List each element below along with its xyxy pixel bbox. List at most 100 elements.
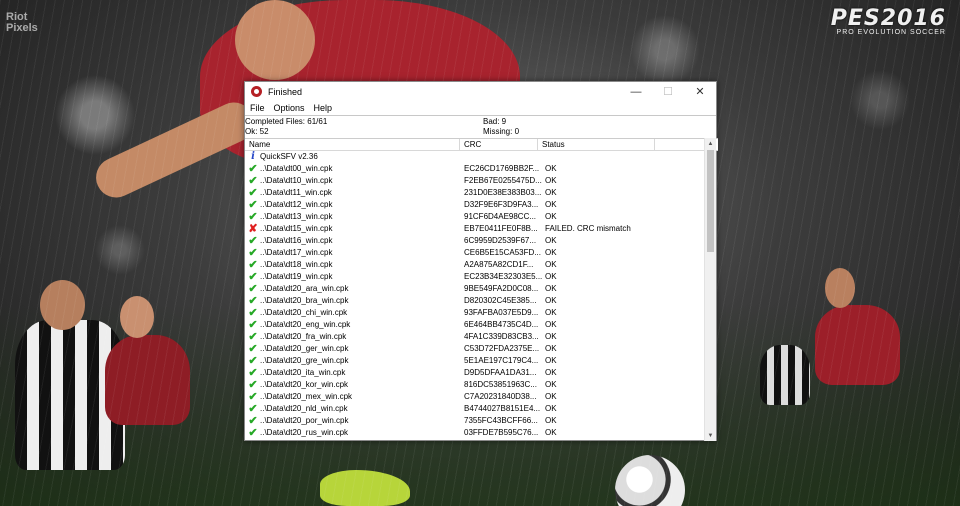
- list-item[interactable]: ✔ ..\Data\dt20_eng_win.cpk 6E464BB4735C4D.…: [245, 319, 718, 331]
- status-value: OK: [545, 308, 557, 317]
- file-name: ..\Data\dt20_por_win.cpk: [260, 416, 349, 425]
- list-item[interactable]: ✔ ..\Data\dt20_fra_win.cpk 4FA1C339D83CB3.…: [245, 331, 718, 343]
- menu-options[interactable]: Options: [274, 103, 305, 113]
- status-value: OK: [545, 332, 557, 341]
- menu-bar: File Options Help: [245, 101, 716, 115]
- list-item[interactable]: ✔ ..\Data\dt19_win.cpk EC23B34E32303E5... O…: [245, 271, 718, 283]
- list-item[interactable]: ✔ ..\Data\dt20_nld_win.cpk B4744027B8151E4…: [245, 403, 718, 415]
- status-value: OK: [545, 404, 557, 413]
- check-icon: ✔: [248, 295, 258, 307]
- scroll-down-arrow-icon[interactable]: ▼: [705, 430, 716, 441]
- list-item[interactable]: i QuickSFV v2.36: [245, 151, 718, 163]
- column-header-crc[interactable]: CRC: [460, 139, 538, 150]
- info-icon: i: [251, 151, 255, 162]
- check-icon: ✔: [248, 391, 258, 403]
- crc-value: 03FFDE7B595C76...: [464, 428, 539, 437]
- list-item[interactable]: ✔ ..\Data\dt20_mex_win.cpk C7A20231840D38.…: [245, 391, 718, 403]
- file-name: ..\Data\dt20_gre_win.cpk: [260, 356, 349, 365]
- list-item[interactable]: ✔ ..\Data\dt20_gre_win.cpk 5E1AE197C179C4.…: [245, 355, 718, 367]
- row-name-cell: ✔ ..\Data\dt20_bra_win.cpk: [245, 295, 464, 307]
- list-item[interactable]: ✔ ..\Data\dt20_rus_win.cpk 03FFDE7B595C76.…: [245, 427, 718, 439]
- file-rows: i QuickSFV v2.36 ✔ ..\Data\dt00_win.cpk EC26…: [245, 151, 718, 439]
- list-item[interactable]: ✔ ..\Data\dt20_ger_win.cpk C53D72FDA2375E.…: [245, 343, 718, 355]
- status-value: OK: [545, 200, 557, 209]
- menu-help[interactable]: Help: [314, 103, 333, 113]
- list-item[interactable]: ✔ ..\Data\dt20_chi_win.cpk 93FAFBA037E5D9.…: [245, 307, 718, 319]
- check-icon: ✔: [248, 355, 258, 367]
- crc-value: EB7E0411FE0F8B...: [464, 224, 538, 233]
- close-button[interactable]: ✕: [684, 82, 716, 101]
- status-value: OK: [545, 164, 557, 173]
- list-item[interactable]: ✔ ..\Data\dt20_kor_win.cpk 816DC53851963C.…: [245, 379, 718, 391]
- file-name: QuickSFV v2.36: [260, 152, 318, 161]
- file-name: ..\Data\dt10_win.cpk: [260, 176, 333, 185]
- crc-value: 9BE549FA2D0C08...: [464, 284, 539, 293]
- status-value: OK: [545, 416, 557, 425]
- list-item[interactable]: ✔ ..\Data\dt16_win.cpk 6C9959D2539F67... OK: [245, 235, 718, 247]
- status-value: OK: [545, 188, 557, 197]
- status-value: OK: [545, 392, 557, 401]
- pes-logo-subtitle: PRO EVOLUTION SOCCER: [836, 29, 946, 36]
- row-name-cell: ✔ ..\Data\dt00_win.cpk: [245, 163, 464, 175]
- list-item[interactable]: ✔ ..\Data\dt13_win.cpk 91CF6D4AE98CC... OK: [245, 211, 718, 223]
- status-value: OK: [545, 236, 557, 245]
- ok-count-stat: Ok: 52: [245, 127, 269, 136]
- crc-value: B4744027B8151E4...: [464, 404, 541, 413]
- menu-file[interactable]: File: [250, 103, 265, 113]
- file-name: ..\Data\dt13_win.cpk: [260, 212, 333, 221]
- list-item[interactable]: ✔ ..\Data\dt20_por_win.cpk 7355FC43BCFF66.…: [245, 415, 718, 427]
- list-item[interactable]: ✔ ..\Data\dt10_win.cpk F2EB67E0255475D... O…: [245, 175, 718, 187]
- list-item[interactable]: ✘ ..\Data\dt15_win.cpk EB7E0411FE0F8B... FA…: [245, 223, 718, 235]
- list-item[interactable]: ✔ ..\Data\dt00_win.cpk EC26CD1769BB2F... OK: [245, 163, 718, 175]
- check-icon: ✔: [248, 331, 258, 343]
- status-value: OK: [545, 296, 557, 305]
- status-value: OK: [545, 380, 557, 389]
- bad-count-stat: Bad: 9: [483, 117, 507, 126]
- check-icon: ✔: [248, 367, 258, 379]
- check-icon: ✔: [248, 187, 258, 199]
- file-list[interactable]: Name CRC Status i QuickSFV v2.36 ✔ ..\Data\…: [245, 138, 718, 442]
- check-icon: ✔: [248, 415, 258, 427]
- title-bar[interactable]: Finished — ☐ ✕: [245, 82, 716, 101]
- check-icon: ✔: [248, 163, 258, 175]
- crc-value: D9D5DFAA1DA31...: [464, 368, 537, 377]
- list-item[interactable]: ✔ ..\Data\dt17_win.cpk CE6B5E15CA53FD... OK: [245, 247, 718, 259]
- row-name-cell: ✔ ..\Data\dt20_fra_win.cpk: [245, 331, 464, 343]
- list-item[interactable]: ✔ ..\Data\dt11_win.cpk 231D0E38E383B03... O…: [245, 187, 718, 199]
- crc-value: CE6B5E15CA53FD...: [464, 248, 541, 257]
- list-item[interactable]: ✔ ..\Data\dt20_ita_win.cpk D9D5DFAA1DA31..…: [245, 367, 718, 379]
- row-name-cell: ✔ ..\Data\dt20_nld_win.cpk: [245, 403, 464, 415]
- scroll-thumb[interactable]: [707, 150, 714, 252]
- list-item[interactable]: ✔ ..\Data\dt20_ara_win.cpk 9BE549FA2D0C08.…: [245, 283, 718, 295]
- scroll-up-arrow-icon[interactable]: ▲: [705, 138, 716, 149]
- list-item[interactable]: ✔ ..\Data\dt18_win.cpk A2A875A82CD1F... OK: [245, 259, 718, 271]
- file-name: ..\Data\dt20_nld_win.cpk: [260, 404, 348, 413]
- file-name: ..\Data\dt20_ger_win.cpk: [260, 344, 349, 353]
- quicksfv-window: Finished — ☐ ✕ File Options Help Complet…: [244, 81, 718, 442]
- status-value: OK: [545, 284, 557, 293]
- column-header-name[interactable]: Name: [245, 139, 460, 150]
- list-item[interactable]: ✔ ..\Data\dt12_win.cpk D32F9E6F3D9FA3... OK: [245, 199, 718, 211]
- watermark-line2: Pixels: [6, 22, 38, 34]
- file-name: ..\Data\dt20_kor_win.cpk: [260, 380, 349, 389]
- crc-value: D32F9E6F3D9FA3...: [464, 200, 539, 209]
- file-name: ..\Data\dt16_win.cpk: [260, 236, 333, 245]
- crc-value: 4FA1C339D83CB3...: [464, 332, 539, 341]
- window-controls: — ☐ ✕: [620, 82, 716, 101]
- file-name: ..\Data\dt15_win.cpk: [260, 224, 333, 233]
- row-name-cell: ✔ ..\Data\dt20_ita_win.cpk: [245, 367, 464, 379]
- watermark: Riot Pixels: [6, 12, 38, 34]
- list-item[interactable]: ✔ ..\Data\dt20_bra_win.cpk D820302C45E385.…: [245, 295, 718, 307]
- column-header-status[interactable]: Status: [538, 139, 655, 150]
- crc-value: 6C9959D2539F67...: [464, 236, 537, 245]
- crc-value: A2A875A82CD1F...: [464, 260, 534, 269]
- file-name: ..\Data\dt20_mex_win.cpk: [260, 392, 353, 401]
- missing-count-stat: Missing: 0: [483, 127, 520, 136]
- status-value: OK: [545, 176, 557, 185]
- crc-value: C53D72FDA2375E...: [464, 344, 540, 353]
- vertical-scrollbar[interactable]: ▲ ▼: [704, 138, 716, 441]
- row-name-cell: ✔ ..\Data\dt20_chi_win.cpk: [245, 307, 464, 319]
- maximize-button[interactable]: ☐: [652, 82, 684, 101]
- minimize-button[interactable]: —: [620, 82, 652, 101]
- cross-icon: ✘: [248, 223, 258, 235]
